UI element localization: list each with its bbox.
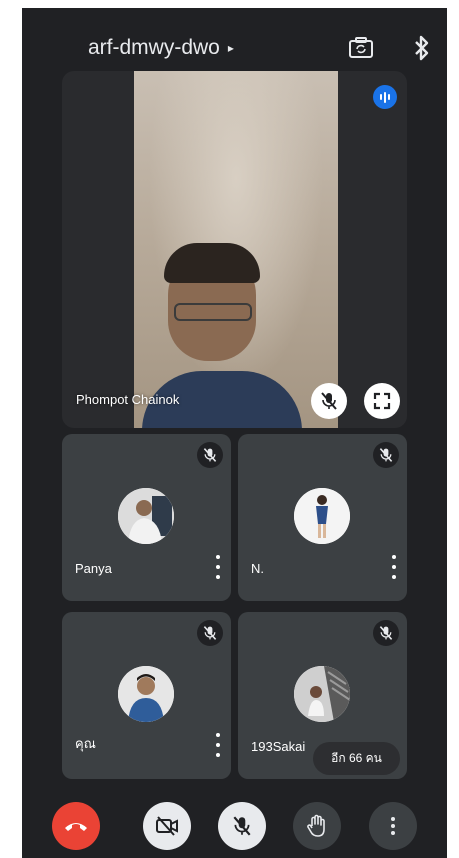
others-count-chip[interactable]: อีก 66 คน (313, 742, 400, 775)
bluetooth-icon[interactable] (412, 34, 432, 62)
mic-toggle-button[interactable] (218, 802, 266, 850)
mic-off-icon (197, 620, 223, 646)
participant-tile[interactable]: Panya (62, 434, 231, 601)
participant-name: N. (251, 561, 264, 576)
participant-avatar (118, 666, 174, 722)
participant-avatar (294, 666, 350, 722)
fullscreen-icon (373, 392, 391, 410)
end-call-button[interactable] (52, 802, 100, 850)
camera-toggle-button[interactable] (143, 802, 191, 850)
more-options-button[interactable] (369, 802, 417, 850)
raise-hand-button[interactable] (293, 802, 341, 850)
mic-off-icon (373, 620, 399, 646)
fullscreen-button[interactable] (364, 383, 400, 419)
speaker-video (134, 71, 338, 428)
mic-off-icon (373, 442, 399, 468)
participant-tile[interactable]: N. (238, 434, 407, 601)
participant-name: คุณ (75, 736, 96, 751)
main-video-tile[interactable]: Phompot Chainok (62, 71, 407, 428)
video-off-icon (156, 816, 178, 836)
mic-off-icon (197, 442, 223, 468)
main-mic-off-button[interactable] (311, 383, 347, 419)
participant-tile[interactable]: คุณ (62, 612, 231, 779)
main-participant-name: Phompot Chainok (76, 392, 180, 407)
caret-right-icon: ▸ (227, 41, 234, 55)
meeting-code-button[interactable]: arf-dmwy-dwo ▸ (88, 36, 234, 60)
meeting-screen: arf-dmwy-dwo ▸ Phompot Chainok Panya N. … (22, 8, 447, 858)
more-vertical-icon[interactable] (211, 733, 225, 757)
mic-off-icon (233, 816, 251, 836)
raise-hand-icon (307, 814, 325, 837)
mic-off-icon (321, 392, 337, 410)
more-vertical-icon (391, 817, 395, 835)
end-call-icon (65, 823, 87, 831)
top-bar: arf-dmwy-dwo ▸ (22, 30, 447, 70)
more-vertical-icon[interactable] (211, 555, 225, 579)
participant-avatar (294, 488, 350, 544)
speaking-indicator-icon (373, 85, 397, 109)
camera-switch-icon[interactable] (348, 36, 374, 60)
more-vertical-icon[interactable] (387, 555, 401, 579)
meeting-code: arf-dmwy-dwo (88, 36, 220, 59)
participant-name: Panya (75, 561, 112, 576)
participant-name: 193Sakai (251, 739, 306, 754)
participant-avatar (118, 488, 174, 544)
